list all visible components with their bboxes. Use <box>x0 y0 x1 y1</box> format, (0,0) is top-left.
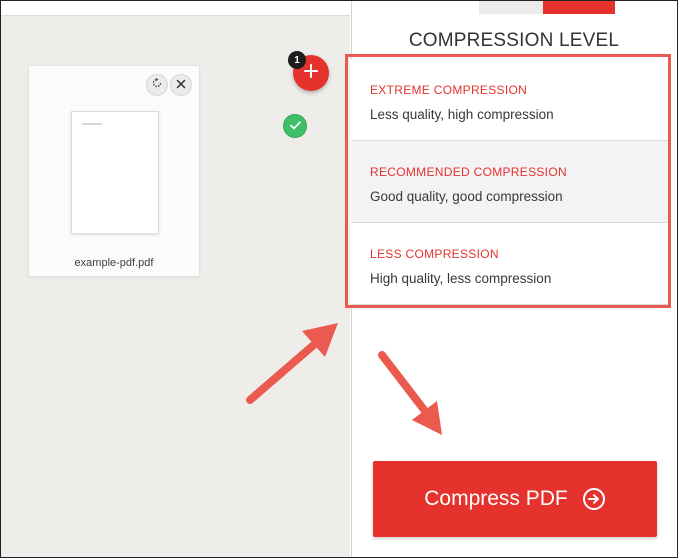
option-less-compression[interactable]: LESS COMPRESSION High quality, less comp… <box>351 223 671 305</box>
option-extreme-compression[interactable]: EXTREME COMPRESSION Less quality, high c… <box>351 59 671 141</box>
option-description: Good quality, good compression <box>370 189 563 204</box>
file-workspace: example-pdf.pdf 1 <box>1 1 350 557</box>
file-name: example-pdf.pdf <box>74 257 154 269</box>
compression-options: EXTREME COMPRESSION Less quality, high c… <box>351 59 671 307</box>
panel-tab[interactable] <box>479 1 543 14</box>
selected-check <box>283 114 307 138</box>
checkmark-icon <box>289 117 301 135</box>
top-strip <box>1 1 350 16</box>
compress-pdf-label: Compress PDF <box>424 487 568 510</box>
option-title: LESS COMPRESSION <box>370 247 499 261</box>
file-card[interactable]: example-pdf.pdf <box>28 65 200 277</box>
option-title: RECOMMENDED COMPRESSION <box>370 165 567 179</box>
remove-file-button[interactable] <box>170 74 192 96</box>
thumbnail-text-line <box>82 123 102 125</box>
option-description: Less quality, high compression <box>370 107 554 122</box>
close-icon <box>176 76 186 94</box>
option-title: EXTREME COMPRESSION <box>370 83 528 97</box>
rotate-button[interactable] <box>146 74 168 96</box>
panel-title: COMPRESSION LEVEL <box>408 30 620 51</box>
option-description: High quality, less compression <box>370 271 552 286</box>
app-frame: example-pdf.pdf 1 COMPRESSION LEVEL EXTR… <box>0 0 678 558</box>
arrow-circle-right-icon <box>582 487 606 511</box>
compress-pdf-button[interactable]: Compress PDF <box>373 461 657 537</box>
option-recommended-compression[interactable]: RECOMMENDED COMPRESSION Good quality, go… <box>351 141 671 223</box>
pdf-thumbnail <box>71 111 159 234</box>
rotate-icon <box>151 76 163 94</box>
file-count-badge: 1 <box>288 51 306 69</box>
panel-tab-active[interactable] <box>543 1 615 14</box>
plus-icon <box>304 63 318 83</box>
